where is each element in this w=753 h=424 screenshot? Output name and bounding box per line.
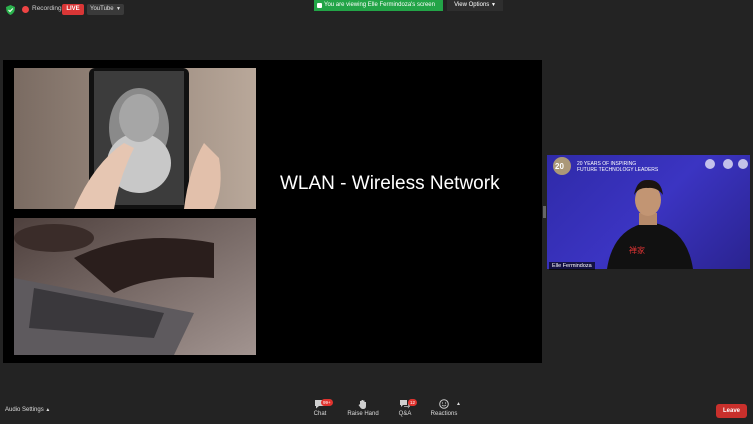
leave-button[interactable]: Leave [716, 404, 747, 418]
meeting-top-bar: Recording LIVE YouTube ▼ You are viewing… [0, 0, 753, 20]
participant-video: 20 20 YEARS OF INSPIRING FUTURE TECHNOLO… [553, 157, 748, 269]
audio-settings-button[interactable]: Audio Settings ▲ [5, 407, 50, 413]
youtube-dropdown[interactable]: YouTube ▼ [87, 4, 124, 15]
chevron-down-icon: ▼ [490, 2, 496, 8]
chevron-down-icon: ▼ [116, 6, 121, 12]
chat-badge: 99+ [321, 399, 333, 406]
svg-text:禅家: 禅家 [629, 245, 645, 255]
chevron-up-icon: ▲ [45, 407, 51, 413]
participant-video-tile[interactable]: 20 20 YEARS OF INSPIRING FUTURE TECHNOLO… [547, 155, 750, 269]
viewing-banner-text: You are viewing Elle Fermindoza's screen [324, 2, 435, 8]
shield-icon [6, 5, 15, 15]
resize-handle[interactable] [543, 206, 546, 218]
tablet-photo [14, 68, 256, 209]
chat-label: Chat [313, 411, 327, 417]
smiley-icon [439, 399, 449, 409]
svg-text:20: 20 [555, 162, 564, 171]
view-options-button[interactable]: View Options ▼ [447, 0, 503, 11]
laptop-photo [14, 218, 256, 355]
qa-badge: 12 [408, 399, 418, 406]
chat-button[interactable]: 99+ Chat [300, 399, 340, 417]
view-options-label: View Options [454, 2, 490, 8]
slide-image-tablet [14, 68, 256, 209]
viewing-screen-banner: You are viewing Elle Fermindoza's screen [314, 0, 443, 11]
slide-image-laptop [14, 218, 256, 355]
recording-icon [22, 6, 29, 13]
youtube-label: YouTube [90, 6, 114, 12]
chevron-up-icon[interactable]: ▲ [456, 401, 461, 407]
audio-settings-label: Audio Settings [5, 407, 44, 413]
live-badge[interactable]: LIVE [62, 4, 84, 15]
reactions-label: Reactions [430, 411, 458, 417]
recording-label[interactable]: Recording [32, 5, 62, 12]
screen-share-icon [317, 3, 322, 8]
slide-title: WLAN - Wireless Network [280, 173, 500, 194]
raise-hand-label: Raise Hand [347, 411, 379, 417]
shared-screen: WLAN - Wireless Network [3, 60, 542, 363]
camera-banner-line2: FUTURE TECHNOLOGY LEADERS [577, 167, 659, 173]
qa-label: Q&A [398, 411, 412, 417]
reactions-button[interactable]: Reactions ▲ [424, 399, 464, 417]
raise-hand-icon [358, 400, 366, 409]
qa-button[interactable]: 12 Q&A [385, 399, 425, 417]
raise-hand-button[interactable]: Raise Hand [343, 399, 383, 417]
participant-name-label: Elle Fermindoza [549, 262, 595, 270]
